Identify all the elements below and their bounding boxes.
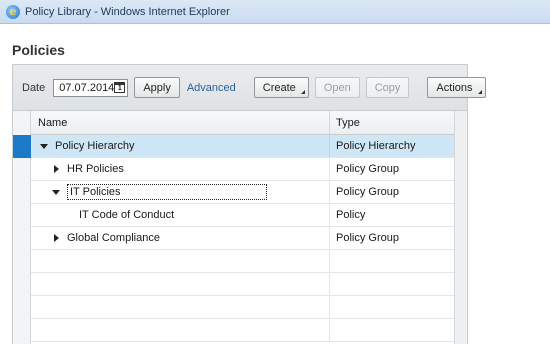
- type-label: Policy: [336, 209, 366, 221]
- window-titlebar: e Policy Library - Windows Internet Expl…: [0, 0, 550, 24]
- node-label[interactable]: Policy Hierarchy: [55, 140, 134, 152]
- tree-toggle[interactable]: [51, 189, 61, 195]
- actions-label: Actions: [436, 81, 473, 94]
- page-title: Policies: [12, 42, 65, 58]
- node-label[interactable]: Global Compliance: [67, 232, 160, 244]
- name-cell: Global Compliance: [31, 227, 330, 249]
- table-header: Name Type: [31, 111, 454, 135]
- table-row[interactable]: Global Compliance Policy Group: [31, 227, 454, 250]
- tree-toggle[interactable]: [39, 143, 49, 149]
- type-cell: [330, 250, 454, 272]
- row-selector[interactable]: [13, 319, 31, 342]
- type-cell: [330, 319, 454, 341]
- name-cell: [31, 296, 330, 318]
- type-label: Policy Hierarchy: [336, 140, 416, 152]
- expand-triangle-icon[interactable]: [53, 234, 59, 242]
- create-button[interactable]: Create: [253, 77, 309, 98]
- name-cell: [31, 319, 330, 341]
- type-cell: [330, 296, 454, 318]
- empty-table-row: [31, 319, 454, 342]
- row-selector[interactable]: [13, 181, 31, 204]
- name-cell: IT Code of Conduct: [31, 204, 330, 226]
- node-label[interactable]: IT Code of Conduct: [79, 209, 174, 221]
- collapse-triangle-icon[interactable]: [52, 189, 60, 195]
- vertical-scrollbar[interactable]: [454, 111, 467, 344]
- column-header-name[interactable]: Name: [31, 111, 330, 134]
- node-label[interactable]: HR Policies: [67, 163, 124, 175]
- type-label: Policy Group: [336, 186, 399, 198]
- type-cell: Policy Group: [330, 227, 454, 249]
- type-cell: Policy Hierarchy: [330, 135, 454, 157]
- type-cell: Policy Group: [330, 158, 454, 180]
- apply-button[interactable]: Apply: [134, 77, 180, 98]
- row-selector[interactable]: [13, 158, 31, 181]
- row-selector[interactable]: [13, 204, 31, 227]
- empty-table-row: [31, 250, 454, 273]
- actions-button[interactable]: Actions: [427, 77, 486, 98]
- name-cell: HR Policies: [31, 158, 330, 180]
- column-header-type[interactable]: Type: [330, 111, 454, 134]
- empty-table-row: [31, 296, 454, 319]
- collapse-triangle-icon[interactable]: [40, 143, 48, 149]
- advanced-link[interactable]: Advanced: [187, 82, 236, 94]
- table-row[interactable]: IT Policies Policy Group: [31, 181, 454, 204]
- type-label: Policy Group: [336, 232, 399, 244]
- row-selector[interactable]: [13, 296, 31, 319]
- window-title: Policy Library - Windows Internet Explor…: [25, 5, 230, 18]
- name-cell: IT Policies: [31, 181, 330, 203]
- node-label[interactable]: IT Policies: [67, 184, 267, 200]
- toolbar: Date 07.07.2014 1 Apply Advanced Create …: [12, 64, 486, 111]
- name-cell: [31, 273, 330, 295]
- tree-toggle[interactable]: [51, 234, 61, 242]
- empty-table-row: [31, 273, 454, 296]
- row-selector[interactable]: [13, 273, 31, 296]
- tree-toggle[interactable]: [51, 165, 61, 173]
- row-selector[interactable]: [13, 227, 31, 250]
- date-input[interactable]: 07.07.2014 1: [53, 78, 129, 97]
- name-cell: Policy Hierarchy: [31, 135, 330, 157]
- type-cell: Policy: [330, 204, 454, 226]
- expand-triangle-icon[interactable]: [53, 165, 59, 173]
- table-row[interactable]: Policy Hierarchy Policy Hierarchy: [31, 135, 454, 158]
- type-cell: [330, 273, 454, 295]
- type-cell: Policy Group: [330, 181, 454, 203]
- name-cell: [31, 250, 330, 272]
- dropdown-arrow-icon: [477, 90, 482, 94]
- type-label: Policy Group: [336, 163, 399, 175]
- table-row[interactable]: HR Policies Policy Group: [31, 158, 454, 181]
- internet-explorer-icon: e: [6, 4, 20, 19]
- row-selector[interactable]: [13, 250, 31, 273]
- policy-tree-table: Name Type Policy Hierarchy Policy Hierarc…: [12, 111, 468, 344]
- calendar-icon[interactable]: 1: [114, 82, 126, 93]
- copy-button[interactable]: Copy: [365, 77, 410, 98]
- create-label: Create: [262, 81, 296, 94]
- date-value: 07.07.2014: [59, 81, 115, 94]
- date-label: Date: [22, 81, 46, 94]
- row-selector[interactable]: [13, 135, 31, 158]
- dropdown-arrow-icon: [300, 90, 305, 94]
- table-row[interactable]: IT Code of Conduct Policy: [31, 204, 454, 227]
- open-button[interactable]: Open: [314, 77, 360, 98]
